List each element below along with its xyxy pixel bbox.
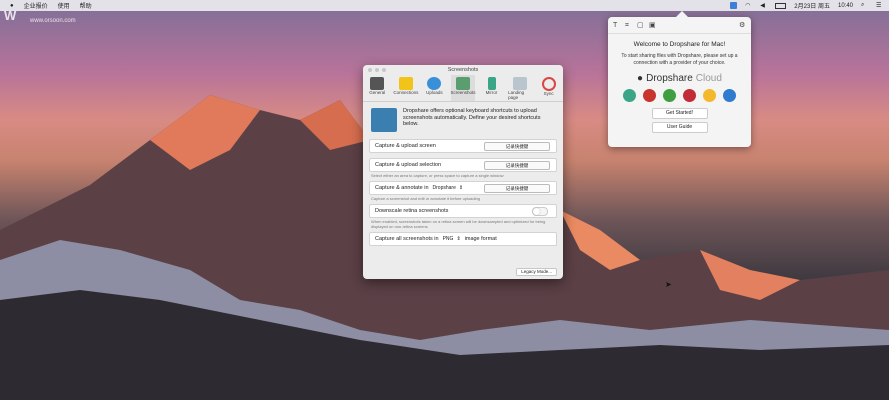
format-select[interactable]: PNG bbox=[443, 236, 454, 242]
menu-item-use[interactable]: 使用 bbox=[58, 1, 70, 10]
tab-label: Connections bbox=[393, 90, 419, 95]
downscale-row: Downscale retina screenshots bbox=[369, 204, 557, 218]
tab-landing-page[interactable]: Landing page bbox=[508, 75, 532, 101]
provider-icon-6[interactable] bbox=[723, 89, 736, 102]
tab-label: Landing page bbox=[508, 90, 525, 100]
provider-icon-3[interactable] bbox=[663, 89, 676, 102]
logo-suffix: Cloud bbox=[695, 73, 722, 84]
screenshots-preferences-window: Screenshots General Connections Uploads … bbox=[363, 65, 563, 279]
downscale-toggle[interactable] bbox=[532, 206, 548, 216]
close-button[interactable] bbox=[368, 68, 372, 72]
annotate-app-select[interactable]: Dropshare bbox=[433, 185, 456, 191]
logo-text: Dropshare bbox=[646, 73, 693, 84]
intro-section: Dropshare offers optional keyboard short… bbox=[363, 102, 563, 136]
capture-annotate-hint: Capture a screenshot and edit or annotat… bbox=[371, 196, 480, 201]
tab-label: Sync bbox=[543, 91, 554, 96]
capture-selection-shortcut[interactable]: 记录快捷键 bbox=[484, 160, 550, 170]
capture-screen-row: Capture & upload screen 记录快捷键 bbox=[369, 139, 557, 153]
window-titlebar: Screenshots bbox=[363, 65, 563, 75]
record-icon[interactable]: ▣ bbox=[649, 22, 656, 29]
cloud-upload-icon bbox=[427, 77, 442, 90]
preferences-toolbar: General Connections Uploads Screenshots … bbox=[363, 75, 563, 102]
get-started-button[interactable]: Get Started! bbox=[651, 108, 708, 119]
menu-item-quote[interactable]: 企业报价 bbox=[24, 1, 48, 10]
menu-item-help[interactable]: 帮助 bbox=[80, 1, 92, 10]
downscale-label: Downscale retina screenshots bbox=[375, 208, 449, 214]
window-title: Screenshots bbox=[447, 67, 479, 73]
downscale-hint: When enabled, screenshots taken on a ret… bbox=[371, 219, 546, 229]
format-suffix: image format bbox=[464, 236, 497, 242]
popover-toolbar: T ⌗ ▢ ▣ ⚙ bbox=[608, 17, 751, 34]
dropshare-cloud-logo: ● Dropshare Cloud bbox=[608, 73, 751, 84]
phone-icon bbox=[487, 77, 496, 90]
webpage-icon bbox=[513, 77, 528, 90]
select-arrows-icon: ⇕ bbox=[458, 185, 464, 191]
wifi-icon[interactable]: ◠ bbox=[745, 2, 752, 9]
tab-screenshots[interactable]: Screenshots bbox=[450, 75, 476, 101]
tab-label: Uploads bbox=[426, 90, 443, 95]
search-icon[interactable]: ⌕ bbox=[861, 2, 868, 9]
capture-selection-label: Capture & upload selection bbox=[375, 162, 442, 168]
drop-icon: ● bbox=[637, 73, 644, 84]
sync-icon bbox=[541, 77, 556, 91]
capture-annotate-label: Capture & annotate in bbox=[375, 185, 429, 191]
minimize-button[interactable] bbox=[375, 68, 379, 72]
crop-icon[interactable]: ⌗ bbox=[625, 22, 632, 29]
screenshot-photo-icon bbox=[371, 108, 397, 132]
sliders-icon bbox=[370, 77, 385, 90]
mouse-cursor-icon: ➤ bbox=[665, 280, 672, 289]
tab-connections[interactable]: Connections bbox=[393, 75, 419, 101]
tab-label: Mirror bbox=[485, 90, 498, 95]
tab-general[interactable]: General bbox=[365, 75, 389, 101]
capture-screen-label: Capture & upload screen bbox=[375, 143, 436, 149]
apple-icon[interactable]: ● bbox=[10, 3, 14, 9]
gear-icon[interactable]: ⚙ bbox=[739, 22, 746, 29]
menubar-time[interactable]: 10:40 bbox=[838, 3, 853, 9]
capture-annotate-shortcut[interactable]: 记录快捷键 bbox=[484, 183, 550, 193]
text-icon[interactable]: T bbox=[613, 22, 620, 29]
zoom-button[interactable] bbox=[382, 68, 386, 72]
tab-label: General bbox=[369, 90, 386, 95]
volume-icon[interactable]: ◀ bbox=[760, 2, 767, 9]
window-capture-icon[interactable]: ▢ bbox=[637, 22, 644, 29]
user-guide-button[interactable]: User Guide bbox=[651, 122, 708, 133]
dropshare-popover: T ⌗ ▢ ▣ ⚙ Welcome to Dropshare for Mac! … bbox=[608, 11, 751, 147]
provider-icon-4[interactable] bbox=[683, 89, 696, 102]
screenshot-icon bbox=[455, 77, 470, 90]
battery-icon[interactable] bbox=[775, 2, 787, 9]
menubar-date[interactable]: 2月23日 周五 bbox=[794, 1, 830, 10]
antenna-icon bbox=[398, 77, 413, 90]
dropshare-menubar-icon[interactable] bbox=[730, 2, 738, 9]
tab-mirror[interactable]: Mirror bbox=[480, 75, 504, 101]
capture-annotate-row: Capture & annotate in Dropshare ⇕ 记录快捷键 bbox=[369, 181, 557, 195]
capture-format-label: Capture all screenshots in bbox=[375, 236, 439, 242]
capture-format-row: Capture all screenshots in PNG ⇕ image f… bbox=[369, 232, 557, 246]
provider-icon-5[interactable] bbox=[703, 89, 716, 102]
watermark-url: www.orsoon.com bbox=[30, 18, 76, 24]
menu-bar: ● 企业报价 使用 帮助 ◠ ◀ 2月23日 周五 10:40 ⌕ ☰ bbox=[0, 0, 889, 11]
provider-list bbox=[608, 89, 751, 102]
tab-sync[interactable]: Sync bbox=[537, 75, 561, 101]
tab-uploads[interactable]: Uploads bbox=[422, 75, 446, 101]
notification-center-icon[interactable]: ☰ bbox=[876, 2, 883, 9]
capture-selection-hint: Select either an area to capture, or pre… bbox=[371, 173, 504, 178]
legacy-mode-button[interactable]: Legacy Mode... bbox=[516, 268, 557, 276]
capture-screen-shortcut[interactable]: 记录快捷键 bbox=[484, 141, 550, 151]
popover-title: Welcome to Dropshare for Mac! bbox=[633, 41, 726, 48]
popover-description: To start sharing files with Dropshare, p… bbox=[621, 53, 738, 66]
select-arrows-icon: ⇕ bbox=[456, 236, 461, 242]
tab-label: Screenshots bbox=[450, 90, 476, 95]
provider-icon-1[interactable] bbox=[623, 89, 636, 102]
capture-selection-row: Capture & upload selection 记录快捷键 bbox=[369, 158, 557, 172]
intro-text: Dropshare offers optional keyboard short… bbox=[403, 108, 541, 127]
provider-icon-2[interactable] bbox=[643, 89, 656, 102]
